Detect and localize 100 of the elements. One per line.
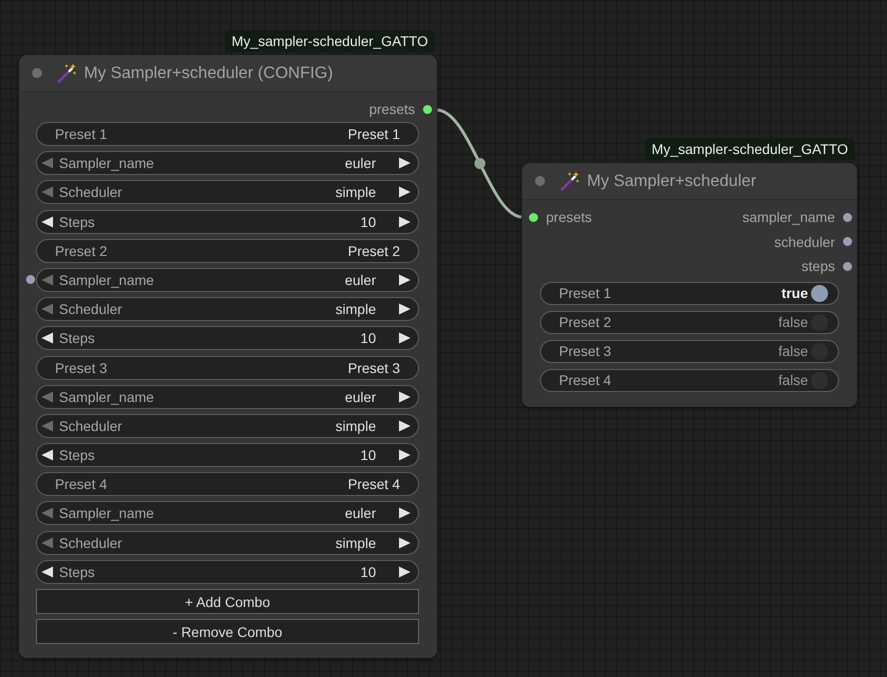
widget-label: Scheduler [59,301,122,318]
widget-label: Scheduler [59,418,122,434]
widget-value: Preset 3 [348,360,400,376]
node-card[interactable]: My Sampler+scheduler presets sampler_name scheduler steps Preset 1 true Preset 2 false Preset 3 false Preset 4 false [522,163,857,406]
toggle-widget[interactable]: Preset 2 false [540,310,839,334]
widget-label: Preset 2 [559,314,612,330]
widget-label: Steps [59,214,95,230]
widget-value: Preset 2 [348,242,400,259]
stepper-widget[interactable]: Scheduler simple [36,297,419,322]
node-title: My Sampler+scheduler [587,172,756,190]
widget-value: simple [336,301,376,318]
widget-value: 10 [360,330,376,346]
widget-value: false [778,314,808,330]
widget-value: simple [336,534,376,551]
widget-label: Sampler_name [59,272,154,288]
toggle-widget[interactable]: Preset 3 false [540,340,839,362]
stepper-widget[interactable]: Sampler_name euler [36,384,419,409]
widget-label: Preset 1 [55,126,108,142]
right-arrow-icon[interactable] [399,420,411,432]
left-arrow-icon[interactable] [41,449,53,462]
widget-label: Steps [59,564,95,580]
stepper-widget[interactable]: Steps 10 [36,210,419,234]
widget-value: Preset 4 [348,476,400,492]
node-title: My Sampler+scheduler (CONFIG) [84,64,333,82]
widget-value: true [782,285,808,301]
right-arrow-icon[interactable] [399,566,411,578]
toggle-knob-icon[interactable] [811,284,828,302]
widget-value: 10 [360,447,376,464]
right-arrow-icon[interactable] [399,216,411,228]
right-arrow-icon[interactable] [399,157,411,170]
magic-wand-icon [560,171,580,191]
widget-value: false [778,343,808,359]
left-arrow-icon[interactable] [41,566,53,578]
widget-button[interactable]: + Add Combo [36,589,419,614]
stepper-widget[interactable]: Steps 10 [36,326,419,350]
slot-label: steps [802,258,835,274]
widget-label: Preset 3 [55,360,108,376]
widget-label: Steps [59,447,95,464]
collapse-dot-icon[interactable] [32,68,42,78]
left-arrow-icon[interactable] [41,216,53,228]
widget-label: Preset 1 [559,285,612,301]
collapse-dot-icon[interactable] [535,176,545,186]
widget-label: Sampler_name [59,388,154,405]
widget-value: euler [344,388,376,405]
text-widget[interactable]: Preset 4 Preset 4 [36,472,419,496]
widget-value: 10 [360,214,376,230]
slot-label: presets [546,209,592,226]
stepper-widget[interactable]: Scheduler simple [36,530,419,555]
right-arrow-icon[interactable] [399,303,411,316]
widget-label: Preset 4 [559,372,612,388]
left-arrow-icon[interactable] [41,332,53,344]
widget-value: euler [344,272,376,288]
stepper-widget[interactable]: Sampler_name euler [36,501,419,526]
right-arrow-icon[interactable] [399,449,411,462]
stepper-widget[interactable]: Scheduler simple [36,414,419,438]
widget-value: Preset 1 [348,126,400,142]
right-arrow-icon[interactable] [399,186,411,198]
output-socket-icon[interactable] [843,212,852,222]
slot-label: sampler_name [742,209,835,226]
widget-value: 10 [360,564,376,580]
text-widget[interactable]: Preset 2 Preset 2 [36,238,419,263]
output-socket-icon[interactable] [843,237,852,246]
stepper-widget[interactable]: Steps 10 [36,560,419,584]
right-arrow-icon[interactable] [399,507,411,520]
toggle-widget[interactable]: Preset 4 false [540,368,839,392]
input-socket-icon[interactable] [529,212,538,222]
node-name-badge: My_sampler-scheduler_GATTO [224,30,435,52]
input-socket-icon[interactable] [26,275,35,284]
widget-label: Scheduler [59,184,122,200]
toggle-widget[interactable]: Preset 1 true [540,282,839,304]
output-socket-icon[interactable] [843,262,852,271]
widget-value: euler [344,505,376,522]
node-name-badge: My_sampler-scheduler_GATTO [644,138,855,160]
text-widget[interactable]: Preset 3 Preset 3 [36,356,419,380]
node-card[interactable] [19,55,437,658]
text-widget[interactable]: Preset 1 Preset 1 [36,122,419,146]
widget-label: Scheduler [59,534,122,551]
connection-link[interactable] [437,108,522,218]
right-arrow-icon[interactable] [399,332,411,344]
widget-value: simple [336,418,376,434]
output-socket-icon[interactable] [423,104,432,114]
right-arrow-icon[interactable] [399,274,411,286]
widget-button[interactable]: - Remove Combo [36,619,419,644]
toggle-knob-icon[interactable] [811,372,828,388]
stepper-widget[interactable]: Steps 10 [36,443,419,468]
widget-label: Preset 3 [559,343,612,359]
widget-label: Preset 4 [55,476,108,492]
slot-label: presets [369,101,415,117]
stepper-widget[interactable]: Scheduler simple [36,180,419,204]
stepper-widget[interactable]: Sampler_name euler [36,151,419,176]
widget-value: false [778,372,808,388]
widget-value: simple [336,184,376,200]
magic-wand-icon [57,63,77,83]
widget-label: Steps [59,330,95,346]
right-arrow-icon[interactable] [399,536,411,549]
toggle-knob-icon[interactable] [811,342,828,360]
right-arrow-icon[interactable] [399,390,411,403]
widget-label: Preset 2 [55,242,108,259]
widget-label: Sampler_name [59,155,154,172]
toggle-knob-icon[interactable] [811,314,828,330]
